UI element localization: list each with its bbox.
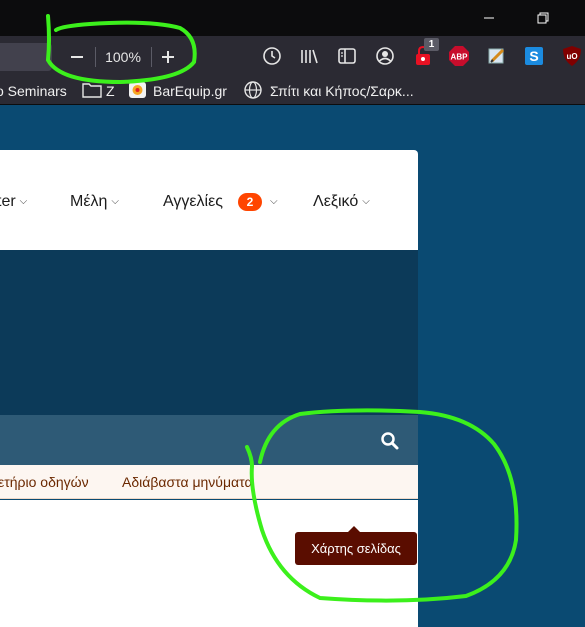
nav-item-classifieds[interactable]: Αγγελίες <box>163 192 223 212</box>
svg-text:S: S <box>529 48 538 64</box>
s-extension-icon[interactable]: S <box>523 45 545 67</box>
nav-item-dictionary[interactable]: Λεξικό ⌵ <box>313 192 370 212</box>
library-icon[interactable] <box>298 45 320 67</box>
nav-item-ter[interactable]: ter⌵ <box>0 192 27 212</box>
hero-banner <box>0 250 418 415</box>
url-bar[interactable] <box>0 43 52 71</box>
folder-icon <box>82 81 102 99</box>
svg-text:ABP: ABP <box>451 53 469 62</box>
bookmark-spiti-kipos[interactable]: Σπίτι και Κήπος/Σαρκ... <box>270 82 414 100</box>
nav-chevron[interactable]: ⌵ <box>266 192 278 212</box>
nav-item-label: Μέλη <box>70 193 108 210</box>
toolbar-divider <box>0 104 585 105</box>
search-bar[interactable] <box>0 415 418 465</box>
title-bar <box>0 0 585 36</box>
restore-icon[interactable] <box>520 0 566 36</box>
bookmark-seminars[interactable]: o Seminars <box>0 82 67 100</box>
classifieds-count-badge: 2 <box>238 193 262 211</box>
barequip-favicon <box>128 81 146 99</box>
driver-directory-link[interactable]: ετήριο οδηγών <box>0 474 89 490</box>
minimize-icon[interactable] <box>466 0 512 36</box>
sitemap-tooltip: Χάρτης σελίδας <box>295 532 417 565</box>
nav-item-label: ter <box>0 193 16 210</box>
nav-item-members[interactable]: Μέλη ⌵ <box>70 192 119 212</box>
zoom-in-button[interactable] <box>154 43 182 71</box>
chevron-down-icon: ⌵ <box>111 196 119 207</box>
bookmark-barequip[interactable]: BarEquip.gr <box>153 82 227 100</box>
zoom-separator <box>95 47 96 67</box>
bookmark-z[interactable]: Z <box>106 82 115 100</box>
chevron-down-icon: ⌵ <box>270 196 278 207</box>
sidebar-icon[interactable] <box>336 45 358 67</box>
history-icon[interactable] <box>261 45 283 67</box>
zoom-out-button[interactable] <box>63 43 91 71</box>
extension-badge: 1 <box>424 38 439 51</box>
svg-text:uO: uO <box>566 52 577 61</box>
chevron-down-icon: ⌵ <box>362 196 370 207</box>
nav-item-label: Λεξικό <box>313 193 359 210</box>
chevron-down-icon: ⌵ <box>19 196 28 207</box>
zoom-separator <box>151 47 152 67</box>
ublock-origin-icon[interactable]: uO <box>561 45 583 67</box>
zoom-level-button[interactable]: 100% <box>98 47 148 67</box>
search-icon[interactable] <box>380 431 400 451</box>
account-icon[interactable] <box>374 45 396 67</box>
edit-extension-icon[interactable] <box>486 45 508 67</box>
adblock-plus-icon[interactable]: ABP <box>448 45 470 67</box>
nav-item-label: Αγγελίες <box>163 193 223 210</box>
unread-messages-link[interactable]: Αδιάβαστα μηνύματα <box>122 474 253 490</box>
globe-icon <box>244 81 262 99</box>
